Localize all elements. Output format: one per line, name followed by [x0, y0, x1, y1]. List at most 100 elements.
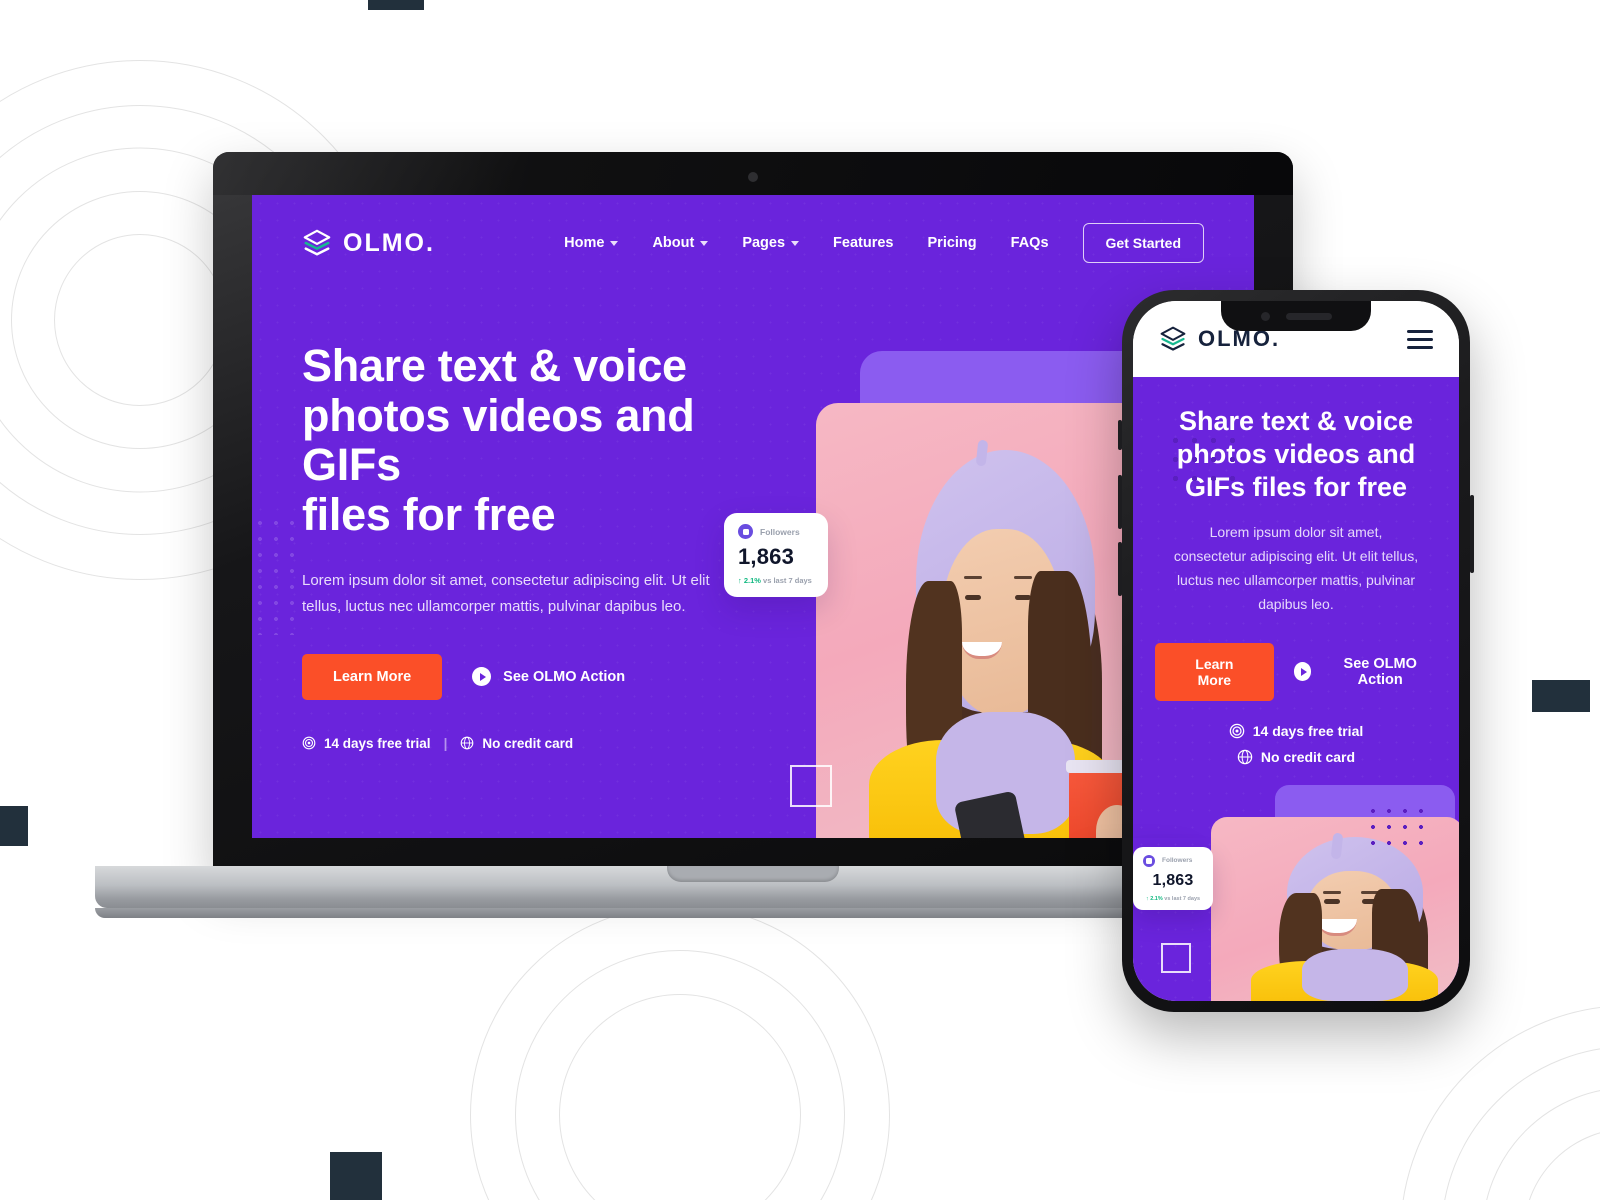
stacked-layers-icon: [1160, 326, 1186, 351]
stat-card-delta: ↑ 2.1% vs last 7 days: [738, 576, 814, 585]
nav-item-home[interactable]: Home: [564, 235, 619, 251]
webcam-icon: [748, 172, 758, 182]
stat-card-delta-value: 2.1%: [1150, 895, 1163, 902]
trend-up-icon: ↑: [738, 576, 742, 585]
nav-label: Pricing: [927, 235, 977, 251]
laptop-screen: OLMO. Home About Pages Features Pricing …: [252, 195, 1254, 838]
user-group-icon: [738, 524, 753, 539]
phone-mockup: OLMO. Share text & voice photos videos a…: [1118, 290, 1474, 1012]
phone-notch: [1221, 301, 1371, 331]
logo[interactable]: OLMO.: [302, 228, 435, 258]
earpiece-speaker: [1285, 312, 1332, 320]
mobile-decor-dot-grid: [1365, 802, 1431, 855]
chevron-down-icon: [700, 240, 709, 246]
play-icon: [472, 667, 492, 686]
decor-rings-middle: [470, 905, 890, 1200]
nav-label: About: [652, 235, 695, 251]
hero-section: Share text & voice photos videos and GIF…: [252, 263, 1254, 838]
hero-title-line-2: photos videos and GIFs: [302, 389, 695, 490]
nav-label: Pages: [742, 235, 786, 251]
user-group-icon: [1143, 854, 1155, 867]
laptop-bezel: [213, 152, 1293, 195]
stat-card-delta: ↑ 2.1% vs last 7 days: [1143, 896, 1203, 902]
phone-volume-up-button[interactable]: [1118, 475, 1122, 529]
mobile-decor-square-outline: [1161, 942, 1191, 973]
hero-photo-card: [816, 403, 1148, 838]
hero-subtitle-line-2: tellus, luctus nec ullamcorper mattis, p…: [302, 598, 686, 616]
screen-glare: [213, 152, 527, 195]
decor-dot-grid: [1166, 431, 1244, 493]
mobile-badge-free-trial: 14 days free trial: [1155, 723, 1437, 739]
mobile-subtitle-line-3: luctus nec ullamcorper mattis, pulvinar: [1176, 572, 1416, 589]
nav-item-about[interactable]: About: [652, 235, 709, 251]
mobile-see-olmo-action-label: See OLMO Action: [1343, 655, 1417, 688]
see-olmo-action-label: See OLMO Action: [503, 668, 626, 685]
hero-title-line-3: files for free: [302, 488, 556, 540]
hamburger-menu-icon[interactable]: [1407, 329, 1433, 349]
hero-trust-badges: 14 days free trial | No credit card: [302, 736, 772, 751]
play-icon: [1293, 662, 1312, 682]
stat-card-value: 1,863: [738, 544, 795, 569]
see-olmo-action-link[interactable]: See OLMO Action: [472, 667, 625, 686]
mobile-subtitle-line-2: consectetur adipiscing elit. Ut elit tel…: [1173, 548, 1419, 565]
nav-item-faqs[interactable]: FAQs: [1011, 235, 1049, 251]
learn-more-button[interactable]: Learn More: [302, 653, 443, 700]
logo-text: OLMO.: [343, 228, 435, 257]
mockup-scene: OLMO. Home About Pages Features Pricing …: [0, 0, 1600, 1200]
target-icon: [302, 736, 316, 750]
hero-subtitle: Lorem ipsum dolor sit amet, consectetur …: [302, 568, 772, 621]
mobile-stat-card-followers: Followers 1,863 ↑ 2.1% vs last 7 days: [1133, 846, 1213, 910]
badge-no-credit-card: No credit card: [460, 736, 573, 751]
decor-square-right: [1532, 680, 1590, 712]
stat-card-delta-value: 2.1%: [743, 576, 761, 585]
decor-square-left: [0, 806, 28, 846]
hero-copy: Share text & voice photos videos and GIF…: [302, 341, 772, 838]
get-started-button[interactable]: Get Started: [1082, 223, 1204, 263]
mobile-see-olmo-action-link[interactable]: See OLMO Action: [1293, 655, 1437, 688]
mobile-subtitle-line-1: Lorem ipsum dolor sit amet,: [1209, 523, 1383, 540]
phone-volume-down-button[interactable]: [1118, 542, 1122, 596]
nav-label: Home: [564, 235, 605, 251]
phone-body: OLMO. Share text & voice photos videos a…: [1118, 290, 1474, 1012]
stat-card-value: 1,863: [1152, 871, 1194, 889]
nav-item-pricing[interactable]: Pricing: [928, 235, 977, 251]
chevron-down-icon: [791, 240, 800, 246]
mobile-hero-visual: Followers 1,863 ↑ 2.1% vs last 7 days: [1133, 784, 1459, 1001]
mobile-badge-no-credit-card: No credit card: [1155, 749, 1437, 765]
globe-icon: [461, 736, 474, 750]
decor-square-top: [368, 0, 424, 10]
badge-free-trial: 14 days free trial: [302, 736, 431, 751]
trend-up-icon: ↑: [1145, 895, 1149, 902]
hero-photo-person: [816, 403, 1148, 838]
mobile-badge-free-trial-label: 14 days free trial: [1252, 722, 1364, 739]
badge-free-trial-label: 14 days free trial: [324, 735, 431, 751]
hero-subtitle-line-1: Lorem ipsum dolor sit amet, consectetur …: [302, 572, 710, 589]
stat-card-header: Followers: [1143, 854, 1203, 867]
mobile-cta-row: Learn More See OLMO Action: [1155, 642, 1437, 701]
hero-title: Share text & voice photos videos and GIF…: [302, 341, 772, 539]
decor-square-bottom: [330, 1152, 382, 1200]
hero-cta-row: Learn More See OLMO Action: [302, 653, 772, 700]
phone-power-button[interactable]: [1470, 495, 1474, 573]
badge-divider: |: [443, 735, 448, 751]
website-desktop: OLMO. Home About Pages Features Pricing …: [252, 195, 1254, 838]
nav-item-features[interactable]: Features: [833, 235, 893, 251]
phone-silent-switch[interactable]: [1118, 420, 1122, 450]
nav-label: FAQs: [1010, 235, 1049, 251]
phone-screen: OLMO. Share text & voice photos videos a…: [1133, 301, 1459, 1001]
chevron-down-icon: [610, 240, 619, 246]
mobile-trust-badges: 14 days free trial No credit card: [1155, 723, 1437, 765]
globe-icon: [1237, 749, 1253, 764]
nav-item-pages[interactable]: Pages: [742, 235, 800, 251]
site-navbar: OLMO. Home About Pages Features Pricing …: [252, 195, 1254, 263]
mobile-hero-subtitle: Lorem ipsum dolor sit amet, consectetur …: [1155, 520, 1437, 617]
badge-no-credit-card-label: No credit card: [482, 735, 574, 751]
decor-rings-bottom-right: [1400, 1005, 1600, 1200]
mobile-learn-more-button[interactable]: Learn More: [1155, 642, 1274, 701]
decor-square-outline: [790, 765, 832, 807]
hero-title-line-1: Share text & voice: [302, 340, 687, 391]
stat-card-header: Followers: [738, 524, 814, 539]
stat-card-label: Followers: [760, 526, 800, 537]
nav-links: Home About Pages Features Pricing FAQs G…: [564, 223, 1204, 263]
stat-card-period: vs last 7 days: [1164, 895, 1201, 902]
